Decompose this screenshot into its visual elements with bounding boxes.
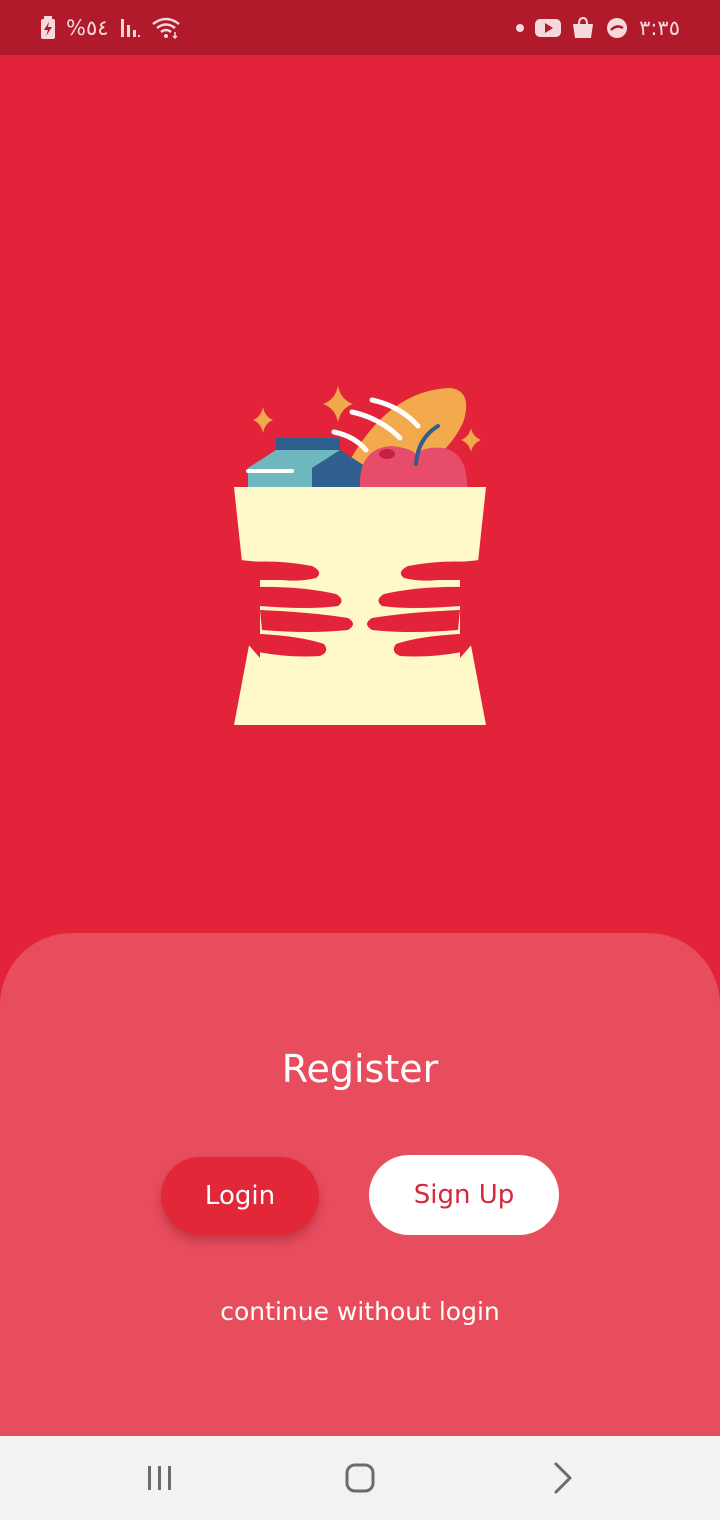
grocery-bag-illustration — [234, 386, 486, 725]
sparkle-icon — [253, 407, 273, 433]
register-sheet — [0, 933, 720, 1436]
back-icon[interactable] — [540, 1456, 584, 1500]
home-icon[interactable] — [338, 1456, 382, 1500]
continue-without-login-link[interactable]: continue without login — [0, 1294, 720, 1330]
status-left-group: %٥٤ — [40, 14, 181, 42]
register-title: Register — [281, 1047, 439, 1091]
battery-icon — [41, 16, 55, 39]
signup-button[interactable]: Sign Up — [369, 1155, 559, 1235]
dot-icon — [516, 24, 525, 32]
app-icon — [607, 18, 628, 38]
signal-icon — [120, 19, 140, 37]
youtube-icon — [535, 19, 562, 37]
apple-icon — [359, 446, 468, 488]
status-bar: %٥٤ ٣:٣٥ — [0, 0, 720, 55]
battery-percent: %٥٤ — [66, 16, 109, 40]
system-nav-bar — [0, 1436, 720, 1520]
sparkle-icon — [323, 386, 353, 422]
login-button[interactable]: Login — [161, 1157, 319, 1235]
clock-time: ٣:٣٥ — [639, 16, 680, 40]
sparkle-icon — [461, 428, 481, 452]
recent-apps-icon[interactable] — [138, 1456, 182, 1500]
wifi-icon — [151, 17, 180, 40]
app-screen: %٥٤ ٣:٣٥ Register Login Sign Up continue… — [0, 0, 720, 1520]
status-right-group: ٣:٣٥ — [515, 14, 680, 42]
shopping-bag-icon — [573, 16, 594, 38]
